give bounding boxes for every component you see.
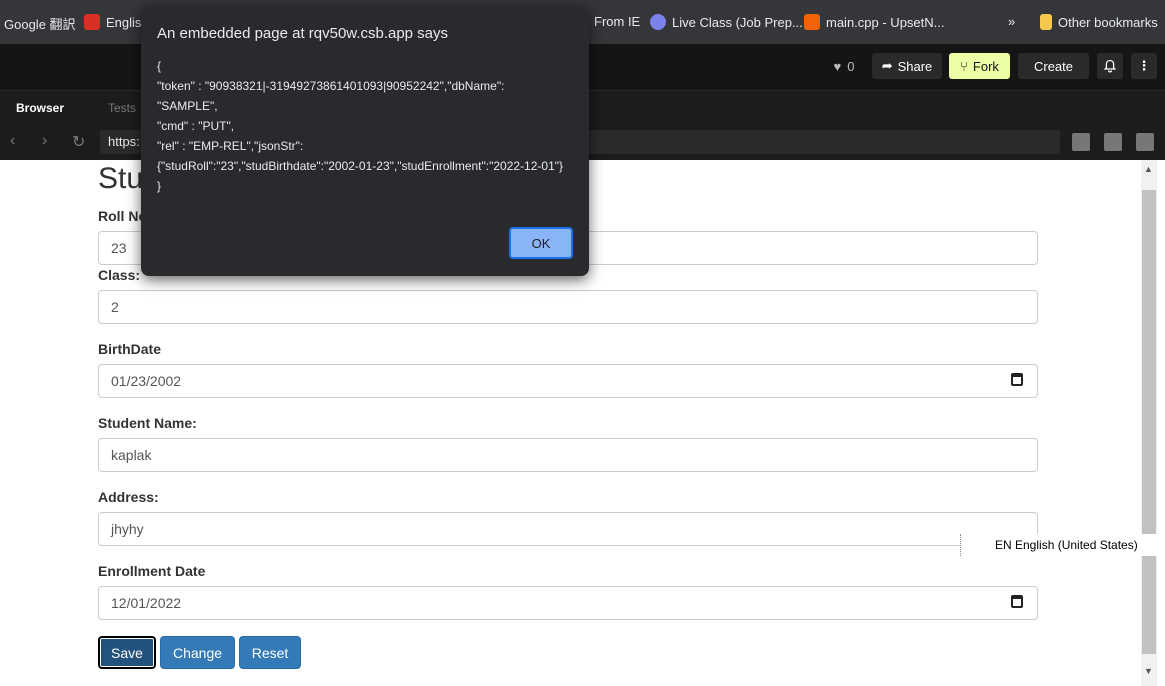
bookmark-label: main.cpp - UpsetN... xyxy=(826,14,945,30)
bookmark-google-translate[interactable]: Google 翻訳 xyxy=(4,14,76,33)
share-button[interactable]: ➦ Share xyxy=(872,53,942,79)
back-arrow-icon[interactable]: ‹ xyxy=(10,132,15,150)
folder-icon xyxy=(1040,14,1052,30)
likes-count: 0 xyxy=(847,58,855,74)
ok-button[interactable]: OK xyxy=(509,227,573,259)
tab-browser[interactable]: Browser xyxy=(16,101,64,115)
birthdate-input[interactable]: 01/23/2002 xyxy=(98,364,1038,398)
bookmark-label: Other bookmarks xyxy=(1058,14,1158,30)
bookmark-live-class[interactable]: Live Class (Job Prep... xyxy=(650,14,803,30)
chevron-double-right-icon: » xyxy=(1008,14,1016,29)
notifications-button[interactable] xyxy=(1097,53,1123,79)
alert-dialog: An embedded page at rqv50w.csb.app says … xyxy=(141,6,589,276)
language-indicator: EN English (United States) xyxy=(995,538,1138,552)
scroll-up-arrow-icon[interactable]: ▲ xyxy=(1144,164,1153,174)
address-label: Address: xyxy=(98,489,159,505)
student-name-label: Student Name: xyxy=(98,415,197,431)
like-button[interactable]: ♥ 0 xyxy=(826,53,862,79)
refresh-icon[interactable]: ↻ xyxy=(72,132,85,152)
calendar-icon[interactable] xyxy=(1011,373,1023,386)
enrollment-date-input[interactable]: 12/01/2022 xyxy=(98,586,1038,620)
scrollbar-thumb[interactable] xyxy=(1142,190,1156,654)
bell-icon xyxy=(1103,59,1117,73)
bookmark-from-ie[interactable]: From IE xyxy=(594,14,640,29)
bookmark-label: Englis xyxy=(106,14,142,30)
bookmark-icon xyxy=(804,14,820,30)
reset-button[interactable]: Reset xyxy=(239,636,301,669)
heart-icon: ♥ xyxy=(833,58,842,74)
bookmark-other[interactable]: Other bookmarks xyxy=(1040,14,1158,30)
fork-label: Fork xyxy=(972,58,999,74)
class-label: Class: xyxy=(98,267,141,283)
create-button[interactable]: Create xyxy=(1018,53,1089,79)
enrollment-date-value: 12/01/2022 xyxy=(111,595,182,611)
bookmark-label: From IE xyxy=(594,14,641,29)
tab-tests[interactable]: Tests xyxy=(108,101,136,115)
bookmark-icon xyxy=(84,14,100,30)
bookmark-english[interactable]: Englis xyxy=(84,14,141,30)
fork-icon: ⑂ xyxy=(960,58,968,74)
bookmark-label: Google 翻訳 xyxy=(4,17,76,32)
kebab-menu-icon: ⋮ xyxy=(1137,58,1151,73)
more-options-button[interactable]: ⋮ xyxy=(1131,53,1157,79)
birthdate-value: 01/23/2002 xyxy=(111,373,182,389)
open-in-new-tab-icon[interactable] xyxy=(1136,133,1154,151)
enrollment-date-label: Enrollment Date xyxy=(98,563,206,579)
bookmarks-overflow-button[interactable]: » xyxy=(1008,14,1015,29)
address-input[interactable]: jhyhy xyxy=(98,512,1038,546)
teams-icon xyxy=(650,14,666,30)
student-name-input[interactable]: kaplak xyxy=(98,438,1038,472)
language-bar[interactable]: EN English (United States) xyxy=(960,534,1165,556)
devtools-icon[interactable] xyxy=(1072,133,1090,151)
fork-button[interactable]: ⑂ Fork xyxy=(949,53,1010,79)
calendar-icon[interactable] xyxy=(1011,595,1023,608)
bookmark-label: Live Class (Job Prep... xyxy=(672,14,803,30)
bookmark-main-cpp[interactable]: main.cpp - UpsetN... xyxy=(804,14,945,30)
create-label: Create xyxy=(1033,58,1074,74)
save-button[interactable]: Save xyxy=(98,636,156,669)
page-title: Stu xyxy=(98,162,144,195)
dialog-message: { "token" : "90938321|-31949273861401093… xyxy=(157,59,564,193)
share-arrow-icon: ➦ xyxy=(881,58,893,73)
birthdate-label: BirthDate xyxy=(98,341,162,357)
class-input[interactable]: 2 xyxy=(98,290,1038,324)
forward-arrow-icon[interactable]: › xyxy=(42,132,47,150)
dialog-title: An embedded page at rqv50w.csb.app says xyxy=(157,25,449,42)
open-new-window-icon[interactable] xyxy=(1104,133,1122,151)
roll-no-label: Roll No xyxy=(98,208,147,224)
scroll-down-arrow-icon[interactable]: ▼ xyxy=(1144,666,1153,676)
share-label: Share xyxy=(897,58,933,74)
change-button[interactable]: Change xyxy=(160,636,235,669)
